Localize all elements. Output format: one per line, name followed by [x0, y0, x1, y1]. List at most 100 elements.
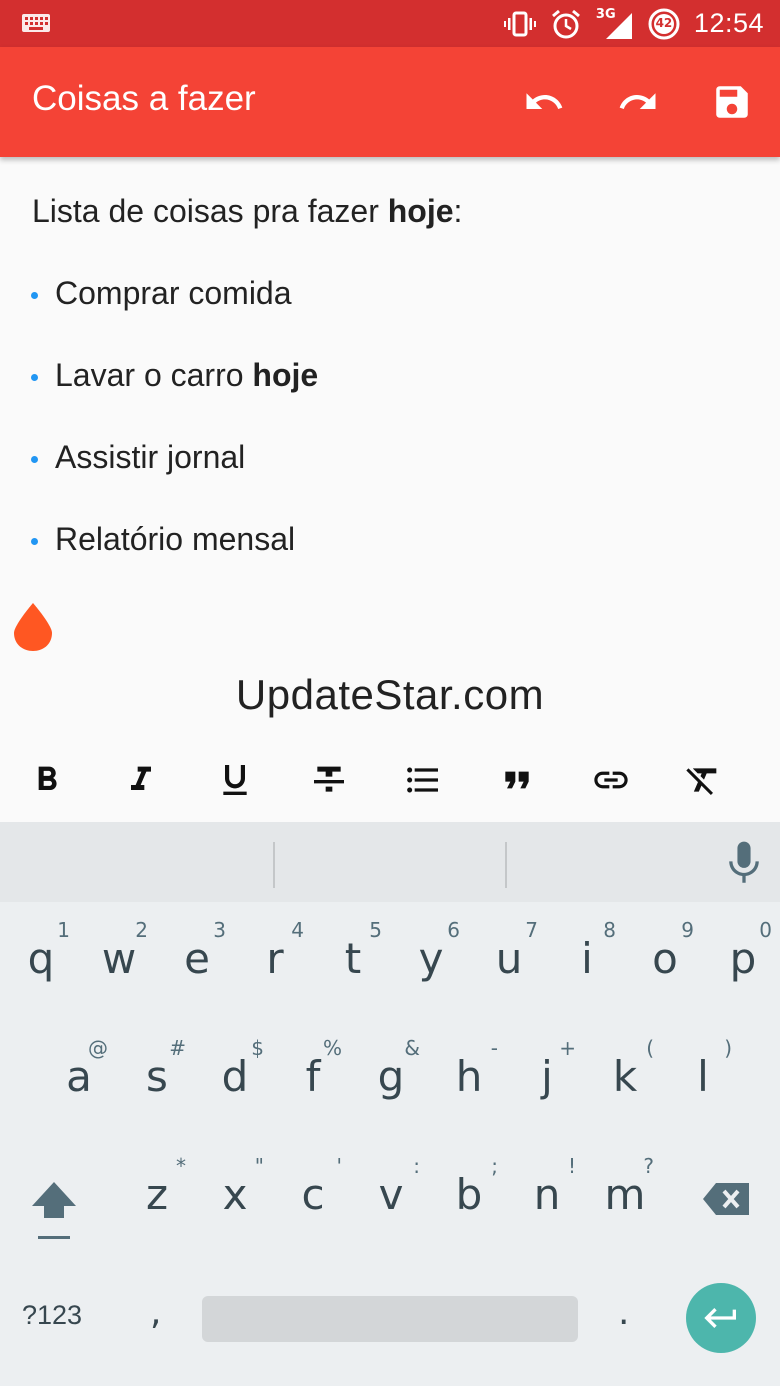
symbols-key[interactable]: ?123 — [22, 1300, 82, 1331]
key-label: o — [652, 934, 678, 983]
list-item: Comprar comida — [0, 275, 780, 357]
key-a[interactable]: @ a — [46, 1036, 112, 1116]
list-item-bold: hoje — [252, 357, 319, 393]
key-j[interactable]: + j — [514, 1036, 580, 1116]
key-k[interactable]: (k — [592, 1036, 658, 1116]
list-item: Relatório mensal — [0, 521, 780, 603]
quote-icon — [505, 771, 529, 789]
bold-icon — [38, 766, 57, 790]
status-bar: 3G 42 12:54 — [0, 0, 780, 47]
key-label: r — [266, 934, 284, 983]
enter-icon — [704, 1308, 736, 1328]
key-label: n — [533, 1170, 561, 1219]
bullet-list: Comprar comida Lavar o carro hoje Assist… — [0, 275, 780, 603]
list-item-text: Lavar o carro — [55, 357, 253, 393]
key-label: k — [612, 1052, 638, 1101]
bullet-list-icon — [407, 767, 438, 793]
signal-icon: 3G — [596, 7, 634, 41]
key-h[interactable]: -h — [436, 1036, 502, 1116]
undo-icon — [526, 93, 563, 109]
bullet-icon — [31, 374, 38, 381]
strikethrough-button[interactable] — [304, 755, 354, 805]
page-title: Coisas a fazer — [32, 79, 256, 118]
key-z[interactable]: * z — [124, 1154, 190, 1234]
list-item-text: Assistir jornal — [55, 439, 246, 475]
bullet-icon — [31, 456, 38, 463]
key-label: v — [378, 1170, 404, 1219]
space-key[interactable] — [202, 1296, 578, 1342]
soft-keyboard: 1q2w3e4r5t6y7u8i9o0p @ a # s $ d% f & g - h + j(k) l … — [0, 822, 780, 1386]
key-label: u — [495, 934, 523, 983]
heading-colon: : — [453, 193, 463, 229]
key-l[interactable]: ) l — [670, 1036, 736, 1116]
shift-icon[interactable] — [28, 1178, 80, 1244]
heading-text: Lista de coisas pra fazer — [32, 193, 388, 229]
heading-bold-text: hoje — [387, 193, 454, 229]
key-m[interactable]: ? m — [592, 1154, 658, 1234]
bold-button[interactable] — [22, 755, 72, 805]
key-b[interactable]: ; b — [436, 1154, 502, 1234]
save-icon — [716, 86, 748, 118]
watermark: UpdateStar.com — [235, 671, 545, 718]
clock: 12:54 — [693, 8, 764, 38]
cursor-handle-icon[interactable] — [12, 601, 54, 653]
key-v[interactable]: :v — [358, 1154, 424, 1234]
keyboard-icon — [22, 14, 50, 32]
underline-button[interactable] — [210, 755, 260, 805]
link-icon — [594, 771, 628, 789]
key-u[interactable]: 7u — [476, 918, 542, 998]
italic-icon — [131, 766, 151, 790]
key-t[interactable]: 5t — [320, 918, 386, 998]
alarm-icon — [551, 9, 580, 38]
key-w[interactable]: 2w — [86, 918, 152, 998]
bullet-list-button[interactable] — [398, 755, 448, 805]
period-key[interactable]: . — [618, 1292, 629, 1333]
key-label: a — [66, 1052, 92, 1101]
key-n[interactable]: ! n — [514, 1154, 580, 1234]
undo-button[interactable] — [520, 78, 568, 126]
comma-key[interactable]: , — [150, 1292, 161, 1333]
list-item-text: Relatório mensal — [55, 521, 296, 557]
key-y[interactable]: 6y — [398, 918, 464, 998]
key-e[interactable]: 3e — [164, 918, 230, 998]
key-label: w — [101, 934, 137, 983]
clear-format-button[interactable] — [678, 755, 728, 805]
key-d[interactable]: $ d — [202, 1036, 268, 1116]
italic-button[interactable] — [116, 755, 166, 805]
bullet-icon — [31, 292, 38, 299]
microphone-icon[interactable] — [724, 840, 764, 886]
save-button[interactable] — [708, 78, 756, 126]
list-item-text: Comprar comida — [55, 275, 292, 311]
key-label: h — [455, 1052, 483, 1101]
key-x[interactable]: " x — [202, 1154, 268, 1234]
battery-icon: 42 — [648, 8, 680, 40]
key-p[interactable]: 0p — [710, 918, 776, 998]
enter-key[interactable] — [686, 1283, 756, 1353]
key-g[interactable]: & g — [358, 1036, 424, 1116]
key-o[interactable]: 9o — [632, 918, 698, 998]
key-label: i — [581, 934, 593, 983]
key-s[interactable]: # s — [124, 1036, 190, 1116]
key-label: p — [729, 934, 757, 983]
key-label: q — [27, 934, 55, 983]
format-toolbar — [0, 745, 780, 822]
app-bar: Coisas a fazer — [0, 47, 780, 157]
editor-area[interactable]: Lista de coisas pra fazer hoje: Comprar … — [0, 157, 780, 822]
quote-button[interactable] — [492, 755, 542, 805]
key-i[interactable]: 8i — [554, 918, 620, 998]
battery-level: 42 — [655, 15, 673, 30]
key-label: j — [541, 1052, 553, 1101]
key-q[interactable]: 1q — [8, 918, 74, 998]
suggestion-divider — [273, 842, 275, 888]
redo-button[interactable] — [614, 78, 662, 126]
key-r[interactable]: 4r — [242, 918, 308, 998]
key-label: y — [418, 934, 444, 983]
link-button[interactable] — [586, 755, 636, 805]
key-f[interactable]: % f — [280, 1036, 346, 1116]
key-c[interactable]: ' c — [280, 1154, 346, 1234]
key-label: z — [145, 1170, 169, 1219]
key-label: m — [604, 1170, 646, 1219]
backspace-icon[interactable] — [702, 1182, 750, 1216]
key-label: l — [697, 1052, 709, 1101]
key-label: x — [222, 1170, 248, 1219]
